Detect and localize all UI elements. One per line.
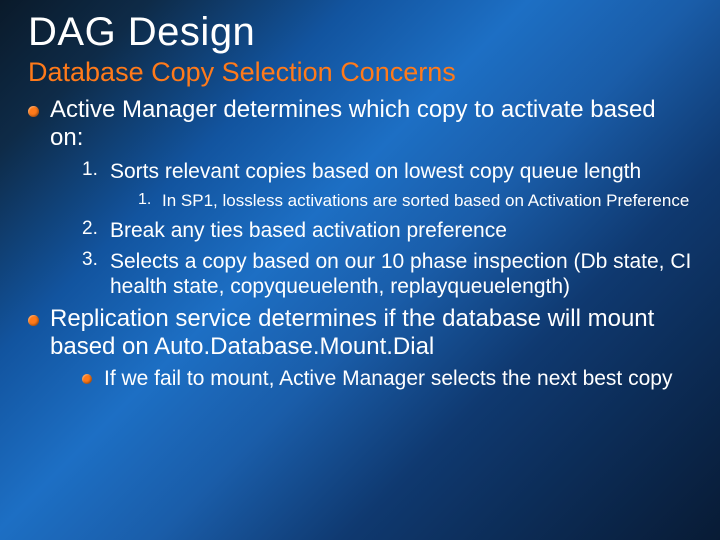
list-item: 3. Selects a copy based on our 10 phase …	[82, 249, 692, 299]
list-text: In SP1, lossless activations are sorted …	[162, 191, 689, 210]
list-text: Selects a copy based on our 10 phase ins…	[110, 250, 691, 298]
list-text: Sorts relevant copies based on lowest co…	[110, 160, 641, 183]
list-item: 1. In SP1, lossless activations are sort…	[138, 190, 692, 211]
numbered-list: 1. Sorts relevant copies based on lowest…	[50, 159, 692, 299]
bullet-icon	[82, 374, 92, 384]
list-item: 2. Break any ties based activation prefe…	[82, 218, 692, 243]
list-number: 2.	[82, 218, 98, 241]
bullet-icon	[28, 315, 39, 326]
list-number: 1.	[138, 190, 151, 210]
slide: DAG Design Database Copy Selection Conce…	[0, 0, 720, 540]
bullet-icon	[28, 106, 39, 117]
list-item: Active Manager determines which copy to …	[28, 96, 692, 299]
sub-bullet-list: If we fail to mount, Active Manager sele…	[50, 366, 692, 391]
sub-numbered-list: 1. In SP1, lossless activations are sort…	[110, 190, 692, 211]
bullet-list: Active Manager determines which copy to …	[28, 96, 692, 392]
list-item: If we fail to mount, Active Manager sele…	[82, 366, 692, 391]
list-number: 1.	[82, 159, 98, 182]
slide-subtitle: Database Copy Selection Concerns	[28, 57, 692, 88]
list-item: 1. Sorts relevant copies based on lowest…	[82, 159, 692, 211]
list-text: Break any ties based activation preferen…	[110, 219, 507, 242]
list-number: 3.	[82, 249, 98, 272]
bullet-text: Active Manager determines which copy to …	[50, 96, 692, 151]
slide-title: DAG Design	[28, 10, 692, 55]
bullet-text: Replication service determines if the da…	[50, 305, 692, 360]
list-text: If we fail to mount, Active Manager sele…	[104, 367, 672, 390]
list-item: Replication service determines if the da…	[28, 305, 692, 391]
